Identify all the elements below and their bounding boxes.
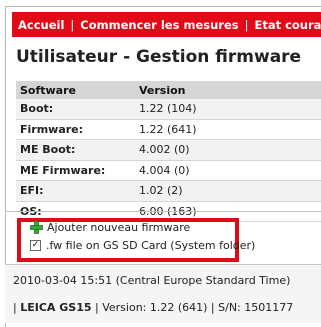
table-row: EFI: 1.02 (2) [16, 180, 321, 202]
fw-file-label: .fw file on GS SD Card (System folder) [46, 239, 256, 252]
plus-icon [30, 221, 43, 234]
column-header-version: Version [135, 81, 321, 99]
add-firmware-link[interactable]: Ajouter nouveau firmware [30, 221, 190, 234]
software-name: Boot: [16, 99, 135, 120]
firmware-table: Software Version Boot: 1.22 (104) Firmwa… [16, 81, 321, 222]
nav-link-start-measurements[interactable]: Commencer les mesures [80, 18, 238, 32]
nav-link-home[interactable]: Accueil [18, 18, 64, 32]
table-row: Firmware: 1.22 (641) [16, 119, 321, 140]
fw-file-option[interactable]: ✓ .fw file on GS SD Card (System folder) [30, 239, 255, 252]
nav-separator: | [244, 17, 249, 32]
software-name: ME Boot: [16, 139, 135, 161]
software-version: 4.002 (0) [135, 139, 321, 161]
software-version: 4.004 (0) [135, 160, 321, 181]
device-name: LEICA GS15 [20, 301, 92, 314]
software-version: 1.02 (2) [135, 180, 321, 202]
table-header-row: Software Version [16, 81, 321, 99]
device-info: | LEICA GS15 | Version: 1.22 (641) | S/N… [13, 301, 293, 314]
software-version: 1.22 (641) [135, 119, 321, 140]
top-navigation-bar: Accueil | Commencer les mesures | Etat c… [12, 12, 321, 37]
table-row: ME Firmware: 4.004 (0) [16, 160, 321, 181]
table-row: ME Boot: 4.002 (0) [16, 139, 321, 161]
column-header-software: Software [16, 81, 135, 99]
nav-link-current-status[interactable]: Etat courant [254, 18, 321, 32]
section-divider [5, 211, 321, 212]
device-version-serial: | Version: 1.22 (641) | S/N: 1501177 [95, 301, 294, 314]
nav-separator: | [70, 17, 75, 32]
software-name: Firmware: [16, 119, 135, 140]
page-title: Utilisateur - Gestion firmware [16, 47, 302, 67]
software-version: 1.22 (104) [135, 99, 321, 120]
checkbox-icon[interactable]: ✓ [30, 240, 41, 251]
software-name: EFI: [16, 180, 135, 202]
add-firmware-label: Ajouter nouveau firmware [47, 221, 191, 234]
table-row: Boot: 1.22 (104) [16, 99, 321, 120]
software-name: ME Firmware: [16, 160, 135, 181]
timestamp-text: 2010-03-04 15:51 (Central Europe Standar… [13, 274, 291, 287]
status-footer [5, 264, 321, 323]
device-info-prefix: | [13, 301, 17, 314]
